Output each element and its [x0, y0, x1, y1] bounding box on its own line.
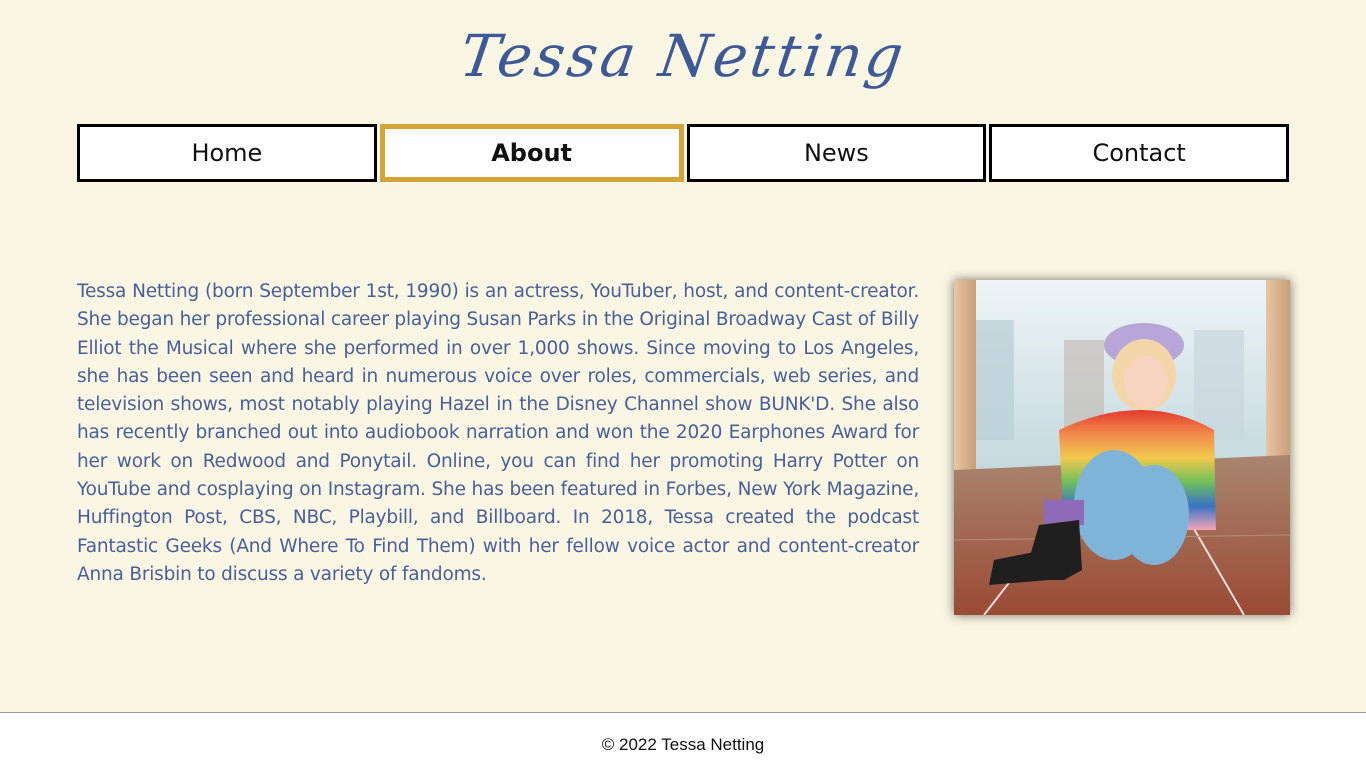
nav-home-label: Home: [191, 139, 263, 167]
nav-news-label: News: [803, 139, 869, 167]
nav-home[interactable]: Home: [77, 124, 377, 182]
site-title: Tessa Netting: [455, 22, 911, 90]
nav-news[interactable]: News: [686, 124, 987, 182]
nav-contact-label: Contact: [1092, 139, 1186, 167]
nav-about-label: About: [491, 139, 573, 167]
copyright-text: © 2022 Tessa Netting: [601, 735, 765, 754]
nav-about[interactable]: About: [379, 124, 684, 182]
main-nav: Home About News Contact: [77, 124, 1289, 182]
bio-paragraph: Tessa Netting (born September 1st, 1990)…: [77, 281, 919, 585]
footer: © 2022 Tessa Netting: [0, 712, 1366, 768]
profile-photo: [954, 280, 1290, 615]
nav-contact[interactable]: Contact: [989, 124, 1289, 182]
